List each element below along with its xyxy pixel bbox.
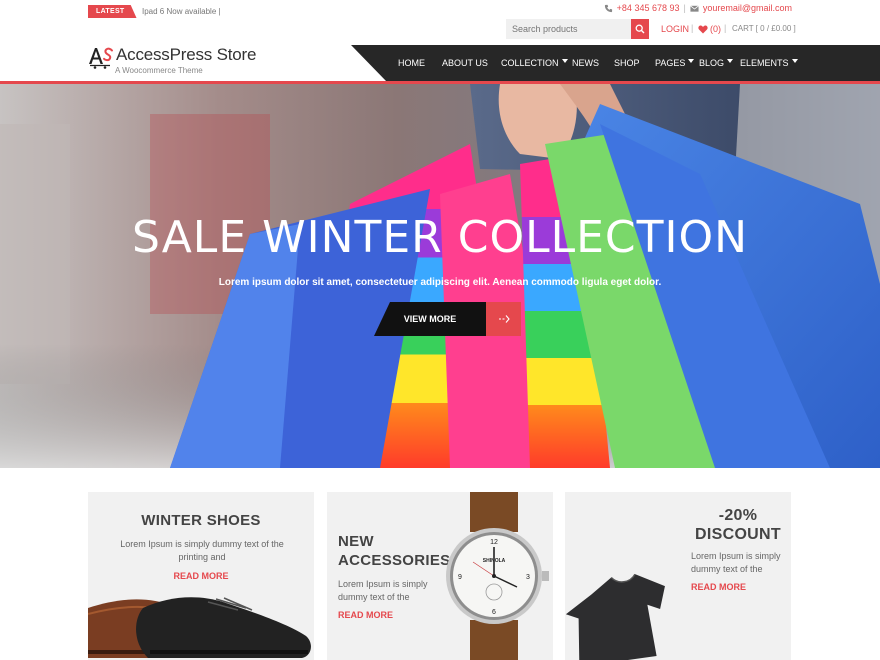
email-address[interactable]: youremail@gmail.com xyxy=(703,3,792,13)
nav-item-label: ELEMENTS xyxy=(740,58,789,68)
svg-text:12: 12 xyxy=(490,539,498,546)
view-more-arrow-button[interactable] xyxy=(486,302,521,336)
phone-number[interactable]: +84 345 678 93 xyxy=(617,3,680,13)
nav-item-elements[interactable]: ELEMENTS xyxy=(740,58,798,68)
view-more-button[interactable]: VIEW MORE xyxy=(374,302,486,336)
nav-item-label: HOME xyxy=(398,58,425,68)
login-link[interactable]: LOGIN xyxy=(661,24,689,34)
nav-item-label: BLOG xyxy=(699,58,725,68)
page: LATEST Ipad 6 Now available | +84 345 67… xyxy=(0,0,880,660)
promo-card-new-accessories[interactable]: NEW ACCESSORIES Lorem Ipsum is simply du… xyxy=(327,492,553,660)
wishlist-link[interactable]: (0) xyxy=(698,24,721,34)
promo-title: WINTER SHOES xyxy=(141,512,261,529)
svg-text:3: 3 xyxy=(526,574,530,581)
read-more-link[interactable]: READ MORE xyxy=(338,610,393,620)
nav-item-label: SHOP xyxy=(614,58,640,68)
hero-description: Lorem ipsum dolor sit amet, consectetuer… xyxy=(218,277,662,288)
chevron-down-icon xyxy=(561,59,568,63)
cart-link[interactable]: CART [ 0 / £0.00 ] xyxy=(732,24,796,33)
nav-item-label: NEWS xyxy=(572,58,599,68)
nav-item-label: PAGES xyxy=(655,58,686,68)
wishlist-count: (0) xyxy=(710,24,721,34)
nav-item-pages[interactable]: PAGES xyxy=(655,58,695,68)
top-bar: LATEST Ipad 6 Now available | +84 345 67… xyxy=(0,0,880,22)
read-more-link[interactable]: READ MORE xyxy=(691,582,746,592)
read-more-link[interactable]: READ MORE xyxy=(88,571,314,581)
hero-image xyxy=(0,84,880,468)
promo-title-line-2: ACCESSORIES xyxy=(338,552,451,569)
heart-icon xyxy=(698,25,708,33)
promo-title-line-1: NEW xyxy=(338,533,374,550)
nav-item-shop[interactable]: SHOP xyxy=(614,58,640,68)
tshirt-image xyxy=(565,573,665,660)
search-icon xyxy=(635,24,645,34)
nav-item-blog[interactable]: BLOG xyxy=(699,58,734,68)
promo-title: NEW ACCESSORIES xyxy=(338,532,451,570)
nav-item-collection[interactable]: COLLECTION xyxy=(501,58,568,68)
promo-card-winter-shoes[interactable]: WINTER SHOES Lorem Ipsum is simply dummy… xyxy=(88,492,314,660)
nav-item-label: COLLECTION xyxy=(501,58,559,68)
search-input[interactable] xyxy=(506,19,631,39)
contact-info: +84 345 678 93 | youremail@gmail.com xyxy=(604,3,792,13)
header-separator: | xyxy=(724,23,727,33)
site-title[interactable]: AccessPress Store xyxy=(116,45,256,65)
promo-text: Lorem Ipsum is simply dummy text of the xyxy=(338,579,428,602)
promo-title-line-2: DISCOUNT xyxy=(695,526,781,543)
chevron-down-icon xyxy=(688,59,695,63)
mail-icon xyxy=(690,4,699,13)
search-field[interactable] xyxy=(506,19,631,39)
contact-separator: | xyxy=(683,3,686,13)
svg-text:6: 6 xyxy=(492,609,496,616)
hero-title: SALE WINTER COLLECTION xyxy=(131,212,749,263)
logo-icon[interactable] xyxy=(88,45,114,69)
nav-item-about-us[interactable]: ABOUT US xyxy=(442,58,488,68)
promo-text: Lorem Ipsum is simply dummy text of the xyxy=(691,551,781,574)
latest-badge: LATEST xyxy=(88,5,137,18)
arrow-right-icon xyxy=(498,315,510,323)
phone-icon xyxy=(604,4,613,13)
nav-item-news[interactable]: NEWS xyxy=(572,58,599,68)
promo-title: -20% DISCOUNT xyxy=(685,506,791,544)
site-tagline: A Woocommerce Theme xyxy=(115,66,203,75)
search-button[interactable] xyxy=(631,19,649,39)
watch-image: 12 6 3 9 SHINOLA xyxy=(446,492,549,660)
promo-text: Lorem Ipsum is simply dummy text of the … xyxy=(120,539,284,562)
shoes-image xyxy=(88,597,311,658)
nav-item-home[interactable]: HOME xyxy=(398,58,425,68)
svg-text:9: 9 xyxy=(458,574,462,581)
promo-card-discount[interactable]: -20% DISCOUNT Lorem Ipsum is simply dumm… xyxy=(565,492,791,660)
nav-item-label: ABOUT US xyxy=(442,58,488,68)
main-navigation: HOME ABOUT US COLLECTION NEWS SHOP PAGES BLOG E… xyxy=(351,45,880,82)
chevron-down-icon xyxy=(791,59,798,63)
promo-title-line-1: -20% xyxy=(718,507,758,524)
hero-slider: SALE WINTER COLLECTION Lorem ipsum dolor… xyxy=(0,84,880,468)
news-ticker[interactable]: Ipad 6 Now available | xyxy=(142,7,221,16)
header-separator: | xyxy=(691,23,694,33)
chevron-down-icon xyxy=(727,59,734,63)
